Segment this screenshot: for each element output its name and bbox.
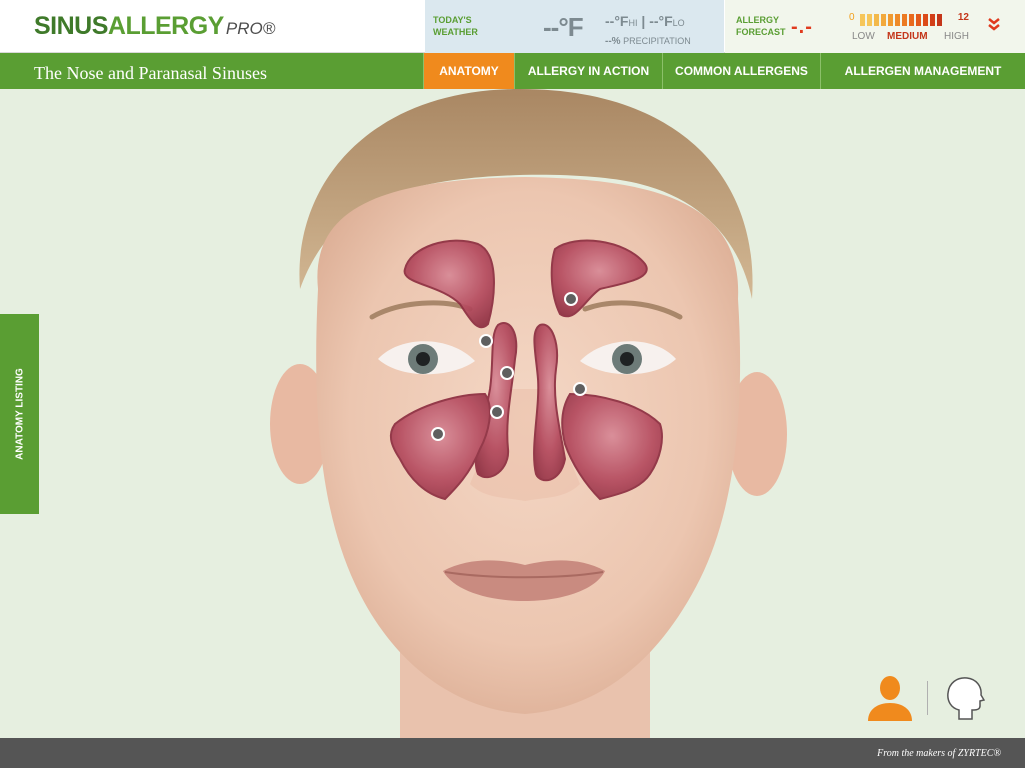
forecast-bar — [867, 14, 872, 26]
forecast-scale-min: 0 — [849, 12, 855, 23]
weather-temp: --°F — [543, 12, 584, 42]
forecast-scale-bars — [860, 14, 942, 26]
forecast-scale: 0 12 LOW MEDIUM HIGH — [849, 12, 969, 52]
forecast-bar — [902, 14, 907, 26]
forecast-value: -.- — [791, 16, 813, 38]
forecast-bar — [916, 14, 921, 26]
app-header: SINUSALLERGY PRO® TODAY'S WEATHER --°F --… — [0, 0, 1025, 53]
face-illustration — [270, 89, 787, 738]
page-title: The Nose and Paranasal Sinuses — [34, 63, 267, 83]
weather-label: TODAY'S WEATHER — [433, 15, 478, 37]
weather-panel[interactable]: TODAY'S WEATHER --°F --°FHI | --°FLO --%… — [425, 0, 724, 53]
footer-tagline: From the makers of ZYRTEC® — [877, 748, 1001, 759]
hotspot-maxillary-left — [431, 427, 445, 441]
anatomy-viewer: ANATOMY LISTING — [0, 89, 1025, 738]
tab-bar: ANATOMY ALLERGY IN ACTION COMMON ALLERGE… — [423, 53, 1025, 89]
precip-label: PRECIPITATION — [623, 36, 691, 46]
allergy-forecast-panel[interactable]: ALLERGY FORECAST -.- 0 12 LOW MEDIUM HIG… — [725, 0, 1025, 53]
forecast-bar — [909, 14, 914, 26]
forecast-bar — [860, 14, 865, 26]
tab-allergen-management[interactable]: ALLERGEN MANAGEMENT — [820, 53, 1025, 89]
anatomy-listing-label: ANATOMY LISTING — [14, 368, 25, 460]
view-divider — [927, 681, 928, 715]
weather-hi-lo: --°FHI | --°FLO — [605, 13, 685, 29]
forecast-low-label: LOW — [852, 31, 875, 42]
hotspot-frontal — [564, 292, 578, 306]
hotspot-maxillary-right — [573, 382, 587, 396]
head-profile-icon[interactable] — [941, 675, 985, 721]
head-front-icon[interactable] — [866, 675, 914, 721]
anatomy-listing-tab[interactable]: ANATOMY LISTING — [0, 314, 39, 514]
weather-lo-label: LO — [672, 18, 685, 28]
forecast-bar — [923, 14, 928, 26]
tab-common-allergens[interactable]: COMMON ALLERGENS — [662, 53, 820, 89]
forecast-medium-label: MEDIUM — [887, 31, 928, 42]
forecast-bar — [930, 14, 935, 26]
forecast-bar — [888, 14, 893, 26]
double-chevron-down-icon[interactable] — [986, 16, 1002, 32]
forecast-high-label: HIGH — [944, 31, 969, 42]
logo-allergy: ALLERGY — [107, 12, 224, 40]
logo-sinus: SINUS — [34, 12, 108, 40]
forecast-bar — [895, 14, 900, 26]
hotspot-sphenoid — [490, 405, 504, 419]
weather-precip: --% PRECIPITATION — [605, 36, 691, 47]
forecast-bar — [874, 14, 879, 26]
nav-bar: The Nose and Paranasal Sinuses ANATOMY A… — [0, 53, 1025, 89]
tab-anatomy[interactable]: ANATOMY — [423, 53, 514, 89]
forecast-bar — [881, 14, 886, 26]
hotspot-ethmoid-upper — [479, 334, 493, 348]
logo-pro: PRO® — [225, 19, 276, 38]
forecast-label: ALLERGY FORECAST — [736, 15, 786, 37]
app-logo[interactable]: SINUSALLERGY PRO® — [34, 12, 275, 44]
weather-hi: --°F — [605, 13, 629, 29]
tab-allergy-in-action[interactable]: ALLERGY IN ACTION — [514, 53, 662, 89]
footer: From the makers of ZYRTEC® — [0, 738, 1025, 768]
hotspot-ethmoid-mid — [500, 366, 514, 380]
weather-hi-label: HI — [628, 18, 638, 28]
weather-lo: --°F — [649, 13, 673, 29]
precip-value: --% — [605, 36, 621, 47]
forecast-scale-max: 12 — [957, 12, 969, 23]
forecast-bar — [937, 14, 942, 26]
